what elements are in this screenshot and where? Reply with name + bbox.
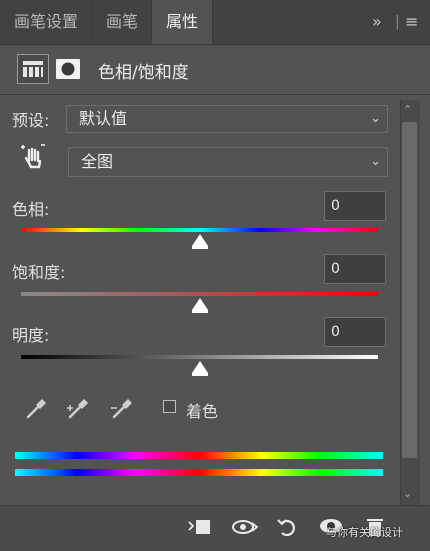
watermark-text: 与你有关的设计	[326, 526, 403, 539]
lightness-input[interactable]: 0	[324, 317, 386, 347]
panel-title: 色相/饱和度	[98, 63, 189, 83]
saturation-slider-track[interactable]	[21, 292, 378, 296]
layer-mask-icon[interactable]	[55, 56, 81, 82]
preset-value: 默认值	[79, 109, 128, 128]
eyedropper-add-icon[interactable]	[64, 395, 92, 423]
separator-icon: |	[395, 14, 400, 30]
colorize-label: 着色	[186, 402, 219, 421]
hue-saturation-adjustment-icon[interactable]	[17, 54, 49, 84]
source-color-spectrum	[15, 452, 383, 459]
result-color-spectrum	[15, 469, 383, 476]
preset-dropdown[interactable]: 默认值 ⌄	[66, 105, 388, 133]
chevron-down-icon: ⌄	[370, 111, 381, 126]
double-chevron-right-icon[interactable]: »	[372, 0, 382, 44]
hue-input[interactable]: 0	[324, 191, 386, 221]
eyedropper-subtract-icon[interactable]	[108, 395, 136, 423]
scroll-down-arrow-icon[interactable]: ⌄	[403, 487, 412, 500]
channel-dropdown[interactable]: 全图 ⌄	[68, 147, 388, 177]
tab-brush[interactable]: 画笔	[93, 0, 152, 44]
panel-menu-icon[interactable]: ≡	[405, 0, 418, 44]
scroll-up-arrow-icon[interactable]: ⌃	[403, 103, 412, 116]
view-previous-state-icon[interactable]	[230, 514, 260, 540]
clip-to-layer-icon[interactable]	[186, 514, 212, 540]
colorize-checkbox[interactable]	[163, 400, 176, 413]
lightness-slider-track[interactable]	[21, 355, 378, 359]
reset-icon[interactable]	[274, 514, 300, 540]
header-divider	[0, 94, 430, 95]
saturation-slider-thumb[interactable]	[191, 298, 208, 313]
preset-label: 预设:	[12, 111, 50, 130]
hue-slider-thumb[interactable]	[191, 234, 208, 249]
scrollbar-thumb[interactable]	[402, 122, 417, 458]
saturation-label: 饱和度:	[12, 263, 66, 282]
eyedropper-icon[interactable]	[22, 395, 50, 423]
lightness-slider-thumb[interactable]	[191, 361, 208, 376]
lightness-label: 明度:	[12, 326, 50, 345]
saturation-input[interactable]: 0	[324, 254, 386, 284]
chevron-down-icon: ⌄	[370, 154, 381, 169]
hue-label: 色相:	[12, 200, 50, 219]
hue-slider-track[interactable]	[21, 228, 378, 232]
channel-value: 全图	[81, 152, 114, 171]
tab-brush-settings[interactable]: 画笔设置	[0, 0, 93, 44]
tab-properties[interactable]: 属性	[152, 0, 213, 44]
on-image-adjustment-hand-icon[interactable]	[18, 142, 48, 172]
